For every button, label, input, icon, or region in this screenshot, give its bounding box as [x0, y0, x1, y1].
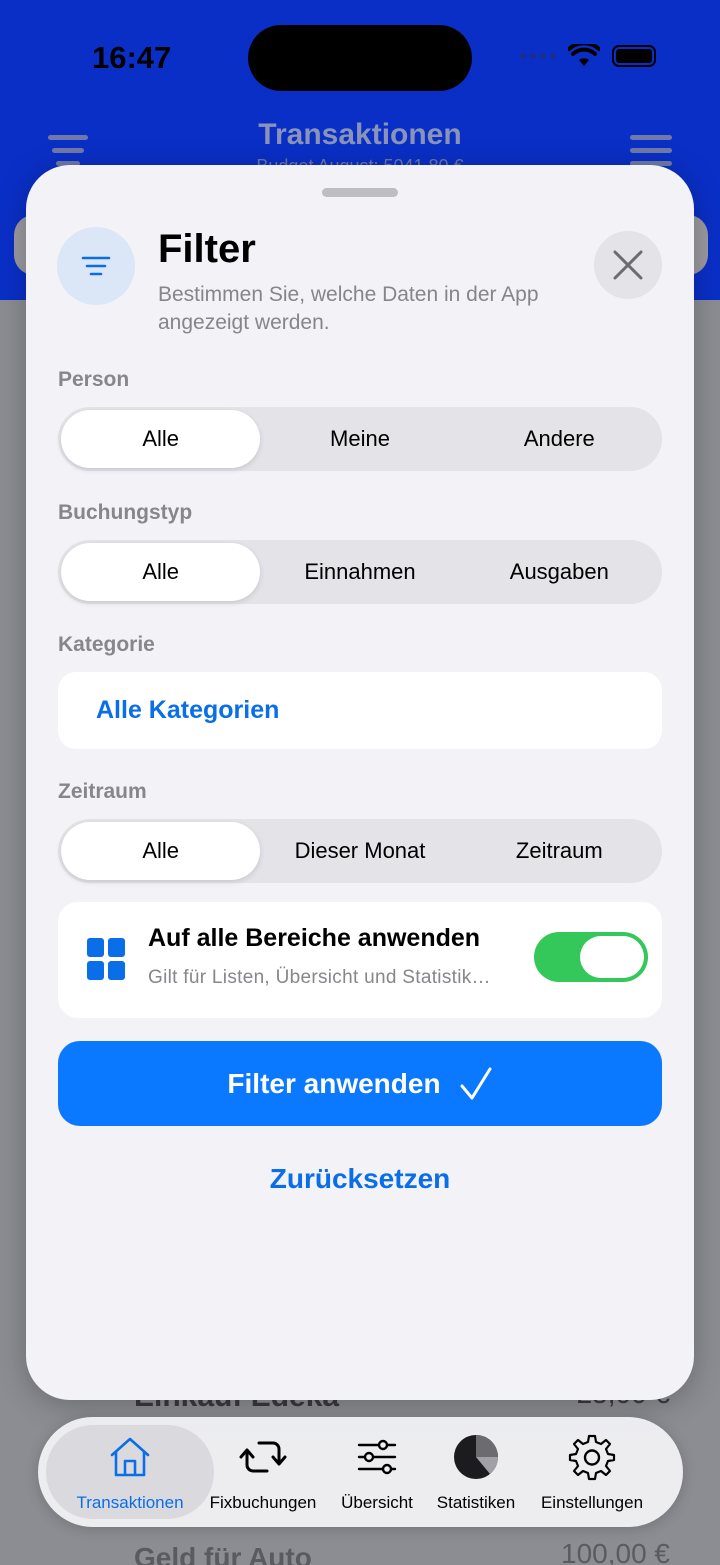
filter-sheet: Filter Bestimmen Sie, welche Daten in de… [26, 165, 694, 1400]
apply-filter-label: Filter anwenden [227, 1067, 441, 1099]
dynamic-island [248, 25, 472, 91]
sheet-title: Filter [158, 227, 256, 271]
buchungstyp-segmented-control: Alle Einnahmen Ausgaben [58, 540, 662, 604]
buchungstyp-label: Buchungstyp [58, 501, 193, 524]
person-option-meine[interactable]: Meine [260, 410, 459, 468]
zeitraum-option-dieser-monat[interactable]: Dieser Monat [260, 822, 459, 880]
reset-button[interactable]: Zurücksetzen [26, 1163, 694, 1195]
toggle-knob [580, 936, 644, 978]
buchungstyp-option-ausgaben[interactable]: Ausgaben [460, 543, 659, 601]
apply-all-title: Auf alle Bereiche anwenden [148, 924, 481, 952]
house-icon [110, 1437, 150, 1477]
person-option-andere[interactable]: Andere [460, 410, 659, 468]
grid-icon [87, 938, 125, 980]
zeitraum-segmented-control: Alle Dieser Monat Zeitraum [58, 819, 662, 883]
background-row-amount: 100,00 € [561, 1538, 670, 1565]
tab-label: Übersicht [341, 1493, 413, 1512]
tab-label: Fixbuchungen [209, 1493, 317, 1512]
zeitraum-label: Zeitraum [58, 780, 147, 803]
sliders-icon [357, 1439, 397, 1475]
sheet-subtitle: Bestimmen Sie, welche Daten in der App a… [158, 283, 539, 334]
apply-all-toggle[interactable] [534, 932, 648, 982]
battery-icon [612, 45, 656, 67]
kategorie-label: Kategorie [58, 633, 155, 656]
repeat-icon [239, 1441, 287, 1473]
person-segmented-control: Alle Meine Andere [58, 407, 662, 471]
background-title: Transaktionen [258, 118, 462, 151]
person-label: Person [58, 368, 130, 391]
tab-fixbuchungen[interactable]: Fixbuchungen [198, 1433, 328, 1513]
zeitraum-option-alle[interactable]: Alle [61, 822, 261, 880]
tab-label: Transaktionen [76, 1493, 184, 1512]
tab-bar: Transaktionen Fixbuchungen Übersicht Sta… [38, 1417, 683, 1527]
status-indicators [520, 44, 656, 68]
close-icon [613, 250, 643, 280]
kategorie-selector[interactable]: Alle Kategorien [58, 672, 662, 749]
tab-statistiken[interactable]: Statistiken [411, 1433, 541, 1513]
person-option-alle[interactable]: Alle [61, 410, 261, 468]
tab-einstellungen[interactable]: Einstellungen [527, 1433, 657, 1513]
apply-all-subtitle: Gilt für Listen, Übersicht und Statistik… [148, 967, 491, 988]
tab-label: Einstellungen [540, 1493, 644, 1512]
tab-label: Statistiken [436, 1493, 516, 1512]
apply-filter-button[interactable]: Filter anwenden [58, 1041, 662, 1126]
cellular-icon [520, 53, 556, 59]
status-time: 16:47 [92, 40, 172, 75]
background-row-label: Geld für Auto [134, 1542, 312, 1565]
tab-transaktionen[interactable]: Transaktionen [65, 1433, 195, 1513]
apply-all-card: Auf alle Bereiche anwenden Gilt für List… [58, 902, 662, 1018]
zeitraum-option-zeitraum[interactable]: Zeitraum [460, 822, 659, 880]
checkmark-icon [460, 1067, 492, 1099]
pie-chart-icon [454, 1435, 499, 1479]
gear-icon [568, 1434, 616, 1481]
buchungstyp-option-einnahmen[interactable]: Einnahmen [260, 543, 459, 601]
sheet-grabber[interactable] [322, 188, 398, 197]
wifi-icon [568, 44, 600, 66]
filter-icon [57, 227, 135, 305]
buchungstyp-option-alle[interactable]: Alle [61, 543, 261, 601]
close-button[interactable] [594, 231, 662, 299]
